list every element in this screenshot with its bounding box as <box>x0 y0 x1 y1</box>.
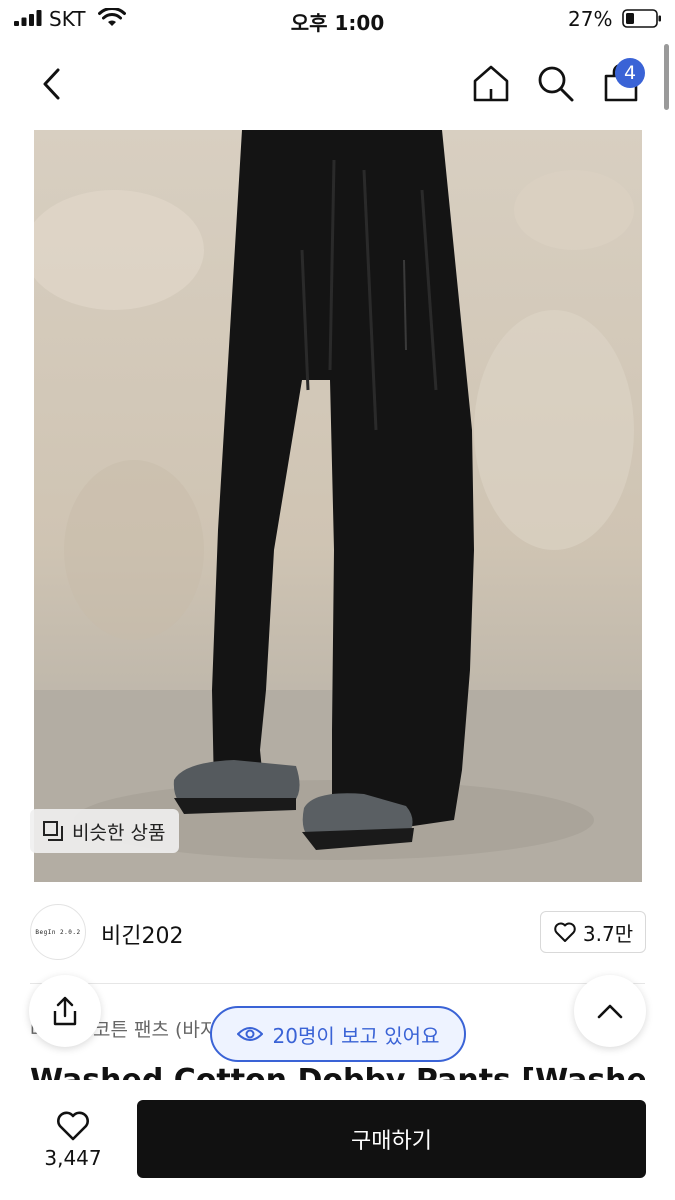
divider <box>30 983 645 984</box>
share-icon <box>53 996 77 1026</box>
product-photo-illustration <box>34 130 642 882</box>
eye-icon <box>236 1027 263 1041</box>
chevron-up-icon <box>597 1004 623 1019</box>
share-button[interactable] <box>29 975 101 1047</box>
wishlist-count: 3,447 <box>44 1146 102 1170</box>
home-button[interactable] <box>468 60 514 106</box>
top-nav-bar <box>0 40 675 128</box>
product-image[interactable] <box>34 130 642 882</box>
scroll-to-top-button[interactable] <box>574 975 646 1047</box>
buy-button[interactable]: 구매하기 <box>137 1100 646 1178</box>
similar-products-label: 비슷한 상품 <box>72 821 166 844</box>
home-icon <box>473 65 509 102</box>
seller-logo-text: BegIn 2.0.2 <box>35 928 81 936</box>
back-button[interactable] <box>30 62 74 106</box>
viewers-label: 20명이 보고 있어요 <box>272 1023 440 1048</box>
heart-icon <box>554 922 576 942</box>
seller-name[interactable]: 비긴202 <box>101 918 183 950</box>
scrollbar[interactable] <box>664 44 669 110</box>
similar-items-icon <box>43 821 63 841</box>
search-icon <box>538 66 574 102</box>
wishlist-button[interactable]: 3,447 <box>30 1100 116 1180</box>
viewers-count-pill: 20명이 보고 있어요 <box>210 1006 466 1062</box>
store-like-count: 3.7만 <box>582 921 634 946</box>
search-button[interactable] <box>532 60 578 106</box>
store-like-button[interactable]: 3.7만 <box>540 911 646 953</box>
cart-count-badge: 4 <box>615 58 645 88</box>
heart-icon <box>57 1111 89 1141</box>
similar-products-button[interactable]: 비슷한 상품 <box>30 809 180 853</box>
battery-percent: 27% <box>568 7 613 31</box>
seller-logo[interactable]: BegIn 2.0.2 <box>30 904 86 960</box>
back-icon <box>43 68 60 100</box>
battery-icon <box>622 9 661 28</box>
status-bar: SKT 오후 1:00 27% <box>0 0 675 40</box>
